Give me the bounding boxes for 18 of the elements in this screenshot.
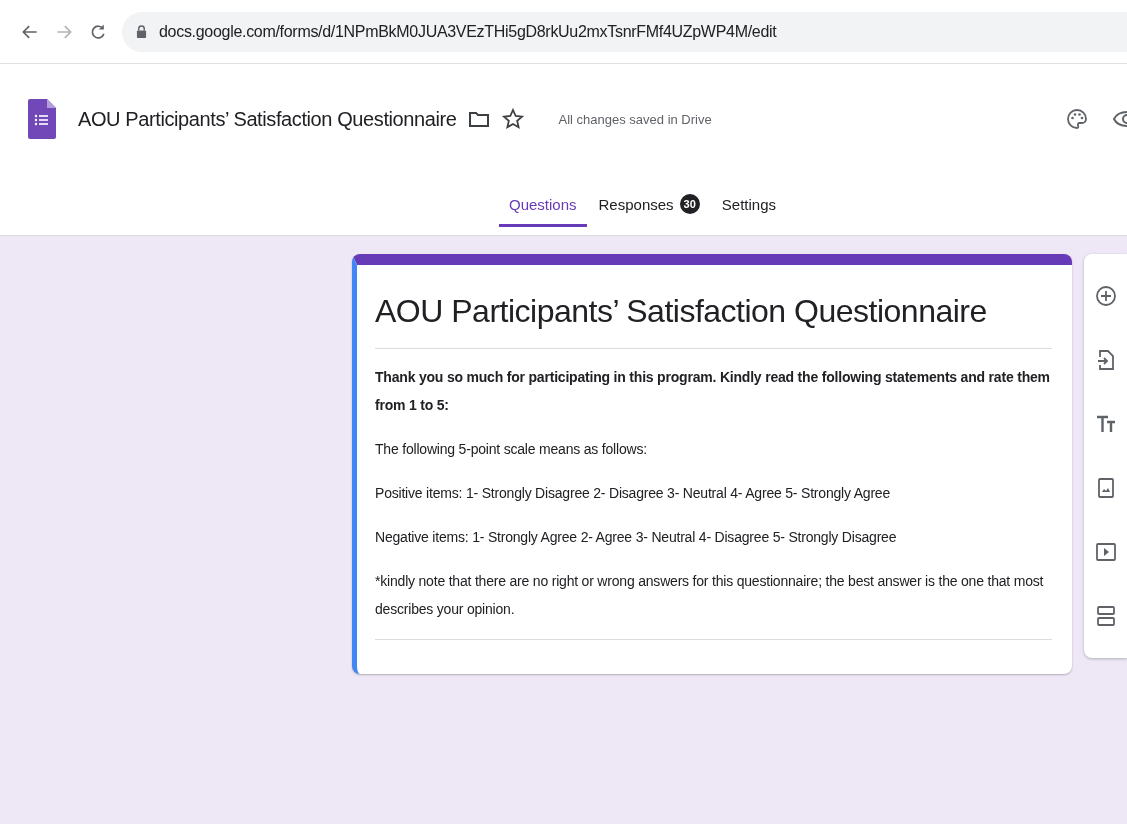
description-paragraph: Positive items: 1- Strongly Disagree 2- Disagree 3- Neutral 4- Agree 5- Strongly Agree <box>375 484 892 503</box>
lock-icon <box>136 25 147 38</box>
description-paragraph: Negative items: 1- Strongly Agree 2- Agree 3- Neutral 4- Disagree 5- Strongly Disagree <box>375 528 898 547</box>
description-paragraph: *kindly note that there are no right or wrong answers for this questionnaire; the best answer is the one that most describes your opinion. <box>375 572 1045 619</box>
form-title[interactable]: AOU Participants’ Satisfaction Questionnaire <box>78 107 457 131</box>
tab[interactable]: Responses 30 <box>588 186 710 227</box>
form-title-heading[interactable]: AOU Participants’ Satisfaction Questionnaire <box>375 285 1053 348</box>
star-icon[interactable] <box>500 107 525 131</box>
tab[interactable]: Questions <box>498 186 587 227</box>
address-bar[interactable]: docs.google.com/forms/d/1NPmBkM0JUA3VEzTHi5gD8rkUu2mxTsnrFMf4UZpWP4M/edit <box>122 11 1127 52</box>
add-question-icon[interactable] <box>1093 284 1118 308</box>
video-icon[interactable] <box>1093 540 1118 564</box>
save-status: All changes saved in Drive <box>558 111 712 127</box>
description-paragraph: The following 5-point scale means as follows: <box>375 440 648 459</box>
palette-icon[interactable] <box>1065 107 1089 131</box>
tab[interactable]: Settings <box>711 186 786 227</box>
description-paragraph: Thank you so much for participating in this program. Kindly read the following statements and rate them from 1 to 5: <box>375 368 1051 415</box>
response-count: 30 <box>679 194 700 214</box>
